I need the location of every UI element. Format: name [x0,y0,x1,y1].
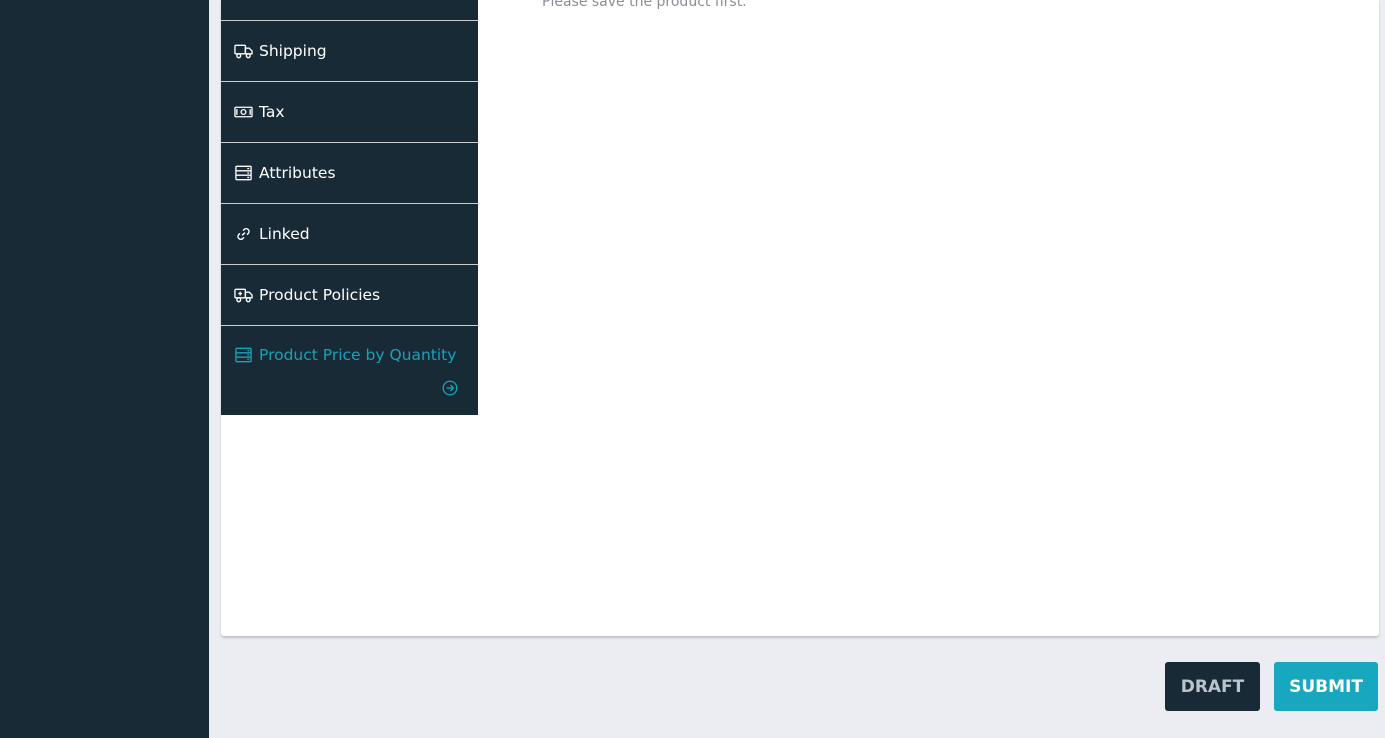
tab-tax[interactable]: Tax [221,82,478,143]
tab-label: Product Price by Quantity [259,346,457,364]
left-sidebar [0,0,209,738]
product-tab-nav: Shipping Tax Attributes Linked Product P… [221,0,478,415]
tab-label: Linked [259,225,310,243]
tab-label: Tax [259,103,285,121]
submit-button[interactable]: SUBMIT [1274,662,1378,711]
tab-attributes[interactable]: Attributes [221,143,478,204]
money-icon [233,103,253,121]
ambulance-icon [233,286,253,304]
link-icon [233,225,253,243]
tab-label: Attributes [259,164,336,182]
draft-button[interactable]: DRAFT [1165,662,1260,711]
tab-product-policies[interactable]: Product Policies [221,265,478,326]
arrow-circle-right-icon [442,380,458,396]
truck-icon [233,42,253,60]
tab-label: Shipping [259,42,327,60]
tab-label: Product Policies [259,286,381,304]
server-icon [233,164,253,182]
tab-linked[interactable]: Linked [221,204,478,265]
tab-product-price-by-quantity[interactable]: Product Price by Quantity [221,326,478,415]
server-icon [233,346,253,364]
save-first-notice: Please save the product first. [542,0,747,10]
tab-previous-partial[interactable] [221,0,478,21]
tab-shipping[interactable]: Shipping [221,21,478,82]
